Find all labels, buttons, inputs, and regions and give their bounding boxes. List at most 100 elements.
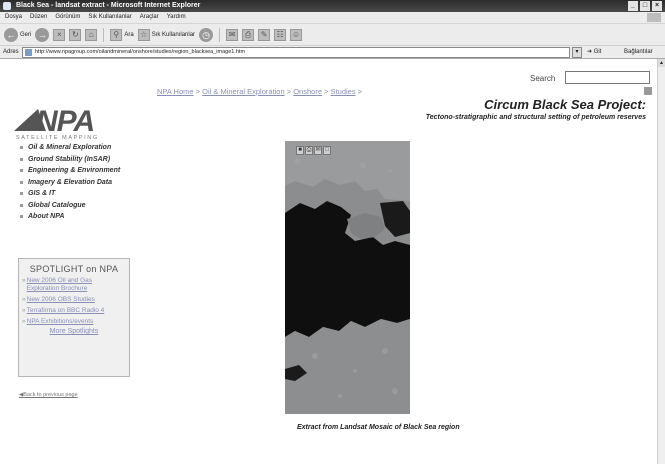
messenger-icon[interactable]: ☺ — [290, 28, 303, 41]
breadcrumb-studies[interactable]: Studies — [331, 87, 356, 96]
open-folder-icon[interactable]: □ — [323, 146, 331, 155]
menu-view[interactable]: Görünüm — [55, 12, 80, 23]
nav-label: Imagery & Elevation Data — [28, 178, 113, 186]
bullet-icon — [20, 146, 23, 150]
nav-item-engineering[interactable]: Engineering & Environment — [20, 165, 120, 177]
nav-item-about[interactable]: About NPA — [20, 211, 120, 223]
toolbar-separator — [219, 27, 221, 42]
page-title: Circum Black Sea Project: — [484, 97, 646, 112]
history-icon[interactable]: ◷ — [199, 27, 214, 42]
go-label: Git — [593, 49, 602, 55]
nav-label: Engineering & Environment — [28, 167, 121, 175]
spotlight-link[interactable]: New 2006 Oil and Gas Exploration Brochur… — [27, 277, 126, 293]
bullet-icon — [20, 157, 23, 161]
nav-item-oil-mineral[interactable]: Oil & Mineral Exploration — [20, 142, 120, 154]
nav-label: Ground Stability (InSAR) — [28, 155, 111, 163]
forward-button[interactable]: → — [35, 27, 50, 42]
refresh-icon[interactable]: ↻ — [69, 28, 82, 41]
favorites-label: Sık Kullanılanlar — [151, 31, 196, 38]
url-dropdown-icon[interactable]: ▾ — [572, 47, 582, 58]
menu-file[interactable]: Dosya — [5, 12, 22, 23]
arrow-icon: » — [22, 318, 26, 325]
npa-wordmark: NPA — [36, 105, 95, 138]
window-title: Black Sea - landsat extract - Microsoft … — [16, 2, 201, 9]
minimize-button[interactable]: _ — [628, 1, 638, 11]
nav-item-catalogue[interactable]: Global Catalogue — [20, 200, 120, 212]
back-link-label: Back to previous page — [23, 392, 78, 398]
save-image-icon[interactable]: ■ — [296, 146, 304, 155]
discuss-icon[interactable]: ☷ — [274, 28, 287, 41]
nav-label: GIS & IT — [28, 190, 56, 198]
page-icon — [25, 49, 32, 56]
back-to-previous-link[interactable]: ◀Back to previous page — [19, 392, 78, 398]
windows-logo-icon — [647, 13, 661, 22]
maximize-button[interactable]: □ — [640, 1, 650, 11]
favorites-button[interactable]: ☆ Sık Kullanılanlar — [137, 28, 196, 41]
search-button[interactable]: ⚲ Ara — [110, 28, 134, 41]
spotlight-item[interactable]: » New 2006 OBS Studies — [22, 296, 126, 304]
edit-icon[interactable]: ✎ — [258, 28, 271, 41]
nav-label: Oil & Mineral Exploration — [28, 144, 112, 152]
spotlight-item[interactable]: » New 2006 Oil and Gas Exploration Brochu… — [22, 277, 126, 293]
browser-toolbar: ← Geri → × ↻ ⌂ ⚲ Ara ☆ Sık Kullanılanlar… — [0, 23, 665, 45]
address-label: Adres — [3, 49, 19, 55]
spotlight-link[interactable]: NPA Exhibitions/events — [27, 318, 94, 326]
site-search-input[interactable] — [565, 71, 650, 84]
print-image-icon[interactable]: ⎙ — [305, 146, 313, 155]
npa-tagline: SATELLITE MAPPING — [16, 135, 99, 141]
breadcrumb-home[interactable]: NPA Home — [157, 87, 194, 96]
page-subtitle: Tectono-stratigraphic and structural set… — [425, 114, 646, 121]
vertical-scrollbar[interactable]: ▲ — [657, 59, 665, 464]
url-text: http://www.npagroup.com/oilandmineral/on… — [35, 49, 246, 55]
breadcrumb-separator: > — [193, 87, 203, 96]
spotlight-item[interactable]: » Terrafirma on BBC Radio 4 — [22, 307, 126, 315]
site-search-label: Search — [530, 74, 556, 83]
nav-label: About NPA — [28, 213, 65, 221]
breadcrumb-oil-mineral[interactable]: Oil & Mineral Exploration — [202, 87, 285, 96]
image-toolbar: ■ ⎙ ✉ □ — [296, 146, 331, 155]
breadcrumb-separator: > — [355, 87, 363, 96]
spotlight-link[interactable]: New 2006 OBS Studies — [27, 296, 95, 304]
black-sea-map — [285, 141, 410, 414]
stop-icon[interactable]: × — [53, 28, 66, 41]
arrow-icon: » — [22, 307, 26, 314]
toolbar-separator — [103, 27, 105, 42]
nav-item-gis[interactable]: GIS & IT — [20, 188, 120, 200]
links-button[interactable]: Bağlantılar — [624, 46, 653, 59]
spotlight-item[interactable]: » NPA Exhibitions/events — [22, 318, 126, 326]
menu-tools[interactable]: Araçlar — [140, 12, 159, 23]
breadcrumb-onshore[interactable]: Onshore — [293, 87, 322, 96]
close-button[interactable]: × — [652, 1, 662, 11]
window-controls: _ □ × — [628, 1, 662, 11]
menu-edit[interactable]: Düzen — [30, 12, 47, 23]
menu-help[interactable]: Yardım — [167, 12, 186, 23]
scroll-up-icon[interactable]: ▲ — [658, 59, 665, 67]
breadcrumb-separator: > — [322, 87, 331, 96]
back-button[interactable]: ← Geri — [4, 27, 31, 42]
bullet-icon — [20, 169, 23, 173]
url-input[interactable]: http://www.npagroup.com/oilandmineral/on… — [22, 47, 570, 58]
address-bar: Adres http://www.npagroup.com/oilandmine… — [0, 45, 665, 59]
bullet-icon — [20, 180, 23, 184]
spotlight-link[interactable]: Terrafirma on BBC Radio 4 — [27, 307, 105, 315]
back-arrow-icon: ← — [4, 27, 18, 42]
nav-item-ground-stability[interactable]: Ground Stability (InSAR) — [20, 154, 120, 166]
search-icon: ⚲ — [110, 28, 123, 41]
mail-icon[interactable]: ✉ — [226, 28, 239, 41]
spotlight-panel: SPOTLIGHT on NPA » New 2006 Oil and Gas E… — [18, 258, 130, 377]
nav-item-imagery[interactable]: Imagery & Elevation Data — [20, 177, 120, 189]
npa-logo[interactable]: NPA SATELLITE MAPPING — [12, 103, 132, 143]
go-button[interactable]: ➜ Git — [587, 46, 601, 59]
window-title-bar: Black Sea - landsat extract - Microsoft … — [0, 0, 665, 12]
site-search-go-icon[interactable] — [644, 87, 652, 95]
menu-favorites[interactable]: Sık Kullanılanlar — [88, 12, 131, 23]
image-caption: Extract from Landsat Mosaic of Black Sea… — [297, 424, 460, 431]
home-icon[interactable]: ⌂ — [85, 28, 98, 41]
print-icon[interactable]: ⎙ — [242, 28, 255, 41]
bullet-icon — [20, 203, 23, 207]
breadcrumb-separator: > — [284, 87, 294, 96]
more-spotlights-link[interactable]: More Spotlights — [19, 328, 129, 335]
email-image-icon[interactable]: ✉ — [314, 146, 322, 155]
menu-bar: Dosya Düzen Görünüm Sık Kullanılanlar Ar… — [0, 12, 665, 23]
arrow-icon: » — [22, 296, 26, 303]
